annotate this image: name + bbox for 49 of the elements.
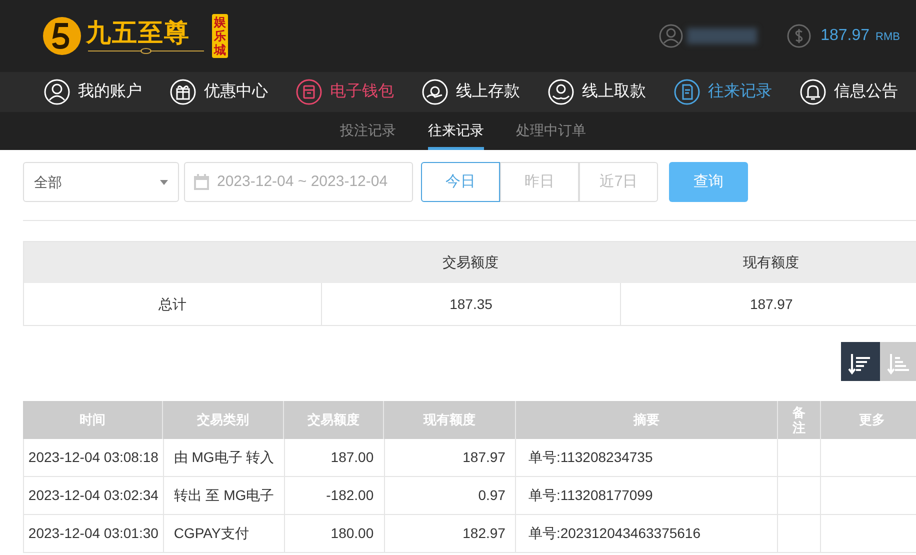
table-cell-text: 2023-12-04 03:02:34 (28, 486, 158, 505)
sub-tab[interactable]: 投注记录 (340, 112, 396, 150)
blurred-username (686, 28, 757, 44)
gift-icon (170, 79, 196, 105)
table-cell-text: -182.00 (326, 486, 374, 505)
type-select[interactable]: 全部 (23, 162, 179, 202)
table-cell-text: 由 MG电子 转入 (174, 448, 274, 467)
table-cell-text: CGPAY支付 (174, 524, 249, 543)
sub-tab[interactable]: 往来记录 (428, 112, 484, 150)
document-icon (674, 79, 700, 105)
table-cell: 187.97 (620, 283, 916, 325)
table-cell-text: 单号:113208234735 (528, 448, 653, 467)
table-cell-text: 187.00 (330, 448, 374, 467)
logo-emblem-icon (42, 16, 82, 56)
logo-title: 九五至尊 (86, 18, 191, 48)
table-cell-text: 单号:202312043463375616 (528, 524, 701, 543)
sub-tab[interactable]: 处理中订单 (516, 112, 586, 150)
nav-item[interactable]: 线上取款 (548, 79, 646, 105)
dollar-icon (786, 24, 811, 48)
table-cell-text: 总计 (158, 294, 188, 314)
caret-icon (160, 180, 168, 184)
bell-icon (800, 79, 826, 105)
table-cell-text: 187.97 (462, 448, 506, 467)
user-icon (658, 24, 683, 48)
table-cell-text: 转出 至 MG电子 (174, 486, 274, 505)
balance-amount: 187.97 (820, 26, 870, 46)
user-icon (44, 79, 70, 105)
column-header: 现有额度 (742, 253, 799, 272)
calendar-icon (194, 174, 209, 190)
sort-button[interactable] (841, 342, 880, 381)
table-cell-text: 182.97 (462, 524, 506, 543)
table-cell-text: 2023-12-04 03:01:30 (28, 524, 158, 543)
nav-item[interactable]: 我的账户 (44, 79, 142, 105)
column-header: 交易额度 (442, 253, 498, 272)
nav-item[interactable]: 线上存款 (422, 79, 520, 105)
nav-item[interactable]: 电子钱包 (296, 79, 394, 105)
table-cell-text: 180.00 (330, 524, 374, 543)
ornament-icon (86, 48, 206, 54)
date-preset-button[interactable]: 今日 (421, 162, 500, 202)
nav-item[interactable]: 往来记录 (674, 79, 772, 105)
table-cell: 187.35 (321, 283, 620, 325)
nav-item[interactable]: 信息公告 (800, 79, 898, 105)
currency-label: RMB (876, 30, 900, 46)
table-cell-text: 0.97 (478, 486, 506, 505)
nav-item[interactable]: 优惠中心 (170, 79, 268, 105)
logo-badge: 娱乐城 (212, 14, 228, 58)
table-cell-text: 单号:113208177099 (528, 486, 653, 505)
wallet-icon (296, 79, 322, 105)
table-cell-text: 2023-12-04 03:08:18 (28, 448, 158, 467)
